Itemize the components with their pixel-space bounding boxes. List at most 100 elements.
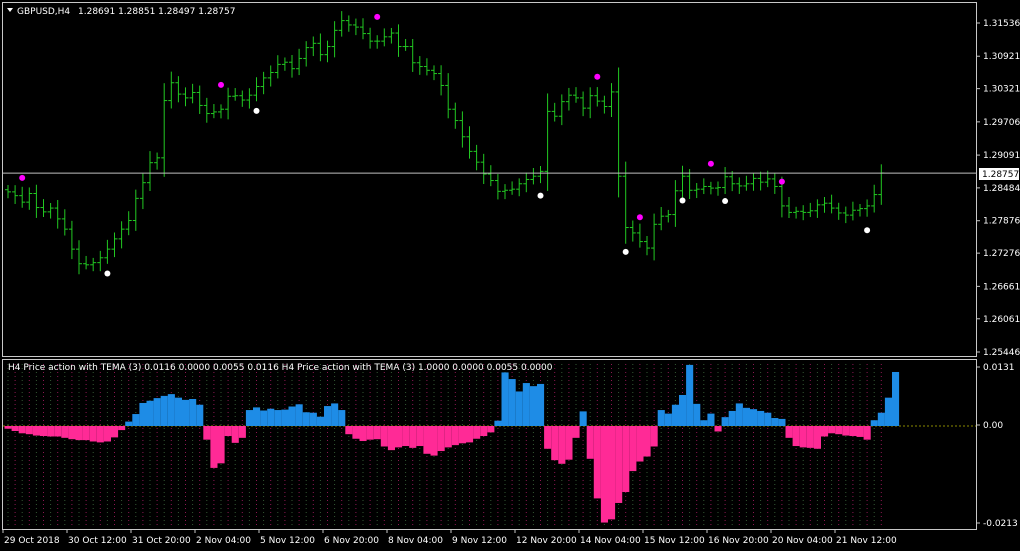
histogram-bar-positive [160, 395, 168, 426]
histogram-bar-negative [813, 426, 821, 449]
ohlc-bar [480, 153, 487, 184]
ohlc-bar [516, 178, 523, 197]
ohlc-bar [239, 90, 246, 107]
histogram-bar-negative [444, 426, 452, 448]
ohlc-bar [580, 91, 587, 117]
histogram-bar-positive [274, 410, 282, 426]
svg-text:1.26061: 1.26061 [983, 315, 1020, 325]
ohlc-bar [608, 83, 615, 117]
ohlc-bar [665, 209, 672, 223]
histogram-bar-positive [267, 408, 275, 426]
ohlc-bar [558, 94, 565, 126]
histogram-bar-negative [82, 426, 90, 441]
histogram-bar-negative [480, 426, 488, 437]
ohlc-bar [800, 205, 807, 221]
svg-text:9 Nov 12:00: 9 Nov 12:00 [452, 536, 507, 546]
svg-text:1.31536: 1.31536 [983, 19, 1020, 29]
down-signal-dot [722, 198, 729, 205]
indicator-tick: 0.00 [977, 421, 1003, 431]
ohlc-bar [551, 102, 558, 122]
histogram-bar-positive [679, 395, 687, 426]
ohlc-bar [715, 181, 721, 196]
histogram-bar-positive [189, 398, 197, 426]
histogram-bar-positive [728, 410, 736, 426]
svg-text:0.00: 0.00 [983, 421, 1003, 431]
price-chart-pane[interactable]: GBPUSD,H4 1.28691 1.28851 1.28497 1.2875… [2, 2, 977, 357]
histogram-bar-negative [345, 426, 353, 435]
histogram-bar-positive [139, 402, 147, 426]
ohlc-bar [289, 54, 295, 78]
svg-text:1.29091: 1.29091 [983, 151, 1020, 161]
histogram-bar-positive [153, 398, 161, 426]
histogram-bar-negative [4, 426, 12, 429]
ohlc-bar [139, 173, 146, 210]
svg-text:14 Nov 04:00: 14 Nov 04:00 [580, 536, 641, 546]
histogram-bar-positive [253, 407, 261, 426]
ohlc-bar [310, 36, 317, 57]
price-tick: 1.26061 [977, 315, 1020, 325]
ohlc-bar [807, 202, 814, 218]
histogram-bar-negative [821, 426, 829, 437]
up-signal-dot [218, 81, 224, 88]
time-tick: 29 Oct 2018 [2, 530, 60, 546]
ohlc-bar [154, 152, 161, 170]
histogram-bar-positive [686, 364, 694, 426]
down-signal-dot [537, 192, 544, 199]
ohlc-bar [587, 87, 594, 119]
histogram-bar-negative [61, 426, 69, 438]
ohlc-bar [83, 255, 90, 270]
ohlc-bar [502, 184, 508, 200]
histogram-bar-negative [622, 426, 630, 493]
ohlc-bar [722, 167, 729, 195]
histogram-bar-positive [522, 383, 530, 426]
indicator-pane[interactable]: H4 Price action with TEMA (3) 0.0116 0.0… [2, 359, 977, 530]
ohlc-bar [218, 104, 224, 119]
histogram-bar-negative [799, 426, 807, 448]
histogram-bar-negative [380, 426, 388, 447]
histogram-bar-negative [473, 426, 481, 439]
histogram-bar-positive [501, 372, 509, 426]
histogram-bar-positive [338, 410, 346, 426]
histogram-bar-negative [842, 426, 850, 436]
ohlc-bar [594, 87, 601, 107]
ohlc-bar [26, 187, 33, 210]
histogram-bar-positive [778, 418, 786, 426]
svg-text:8 Nov 04:00: 8 Nov 04:00 [388, 536, 443, 546]
time-axis[interactable]: 29 Oct 2018 30 Oct 12:00 31 Oct 20:00 2 Nov… [0, 530, 977, 551]
price-axis[interactable]: 1.31536 1.30921 1.30321 1.29706 1.29091 1.284… [977, 0, 1020, 551]
ohlc-bar [573, 87, 579, 103]
histogram-bar-negative [111, 426, 119, 438]
ohlc-bar [523, 172, 530, 193]
ohlc-bar [388, 27, 395, 44]
histogram-bar-negative [395, 426, 403, 448]
ohlc-bar [360, 18, 366, 40]
histogram-bar-negative [359, 426, 367, 442]
triangle-down-icon[interactable] [7, 8, 13, 12]
histogram-bar-positive [245, 410, 253, 426]
time-tick: 12 Nov 20:00 [514, 530, 577, 546]
ohlc-bar [246, 88, 253, 109]
svg-text:2 Nov 04:00: 2 Nov 04:00 [196, 536, 251, 546]
ohlc-bar [225, 87, 232, 120]
ohlc-bar [5, 184, 11, 199]
histogram-bar-negative [96, 426, 104, 443]
histogram-bar-positive [302, 412, 310, 426]
histogram-bar-positive [742, 407, 750, 426]
histogram-bar-positive [515, 391, 523, 426]
histogram-bar-positive [671, 404, 679, 426]
histogram-bar-negative [600, 426, 608, 523]
histogram-bar-negative [352, 426, 360, 439]
ohlc-bar [12, 185, 19, 204]
ohlc-bar [743, 175, 750, 191]
ohlc-bar [878, 164, 885, 205]
ohlc-bar [658, 207, 665, 231]
ohlc-bar [232, 88, 239, 101]
histogram-bar-negative [586, 426, 594, 459]
ohlc-bar [189, 83, 196, 104]
up-signal-dot [636, 214, 643, 221]
ohlc-bar [771, 173, 778, 194]
ohlc-bar [431, 65, 437, 81]
histogram-bar-positive [693, 403, 701, 426]
time-tick: 15 Nov 12:00 [642, 530, 705, 546]
histogram-bar-negative [203, 426, 211, 440]
